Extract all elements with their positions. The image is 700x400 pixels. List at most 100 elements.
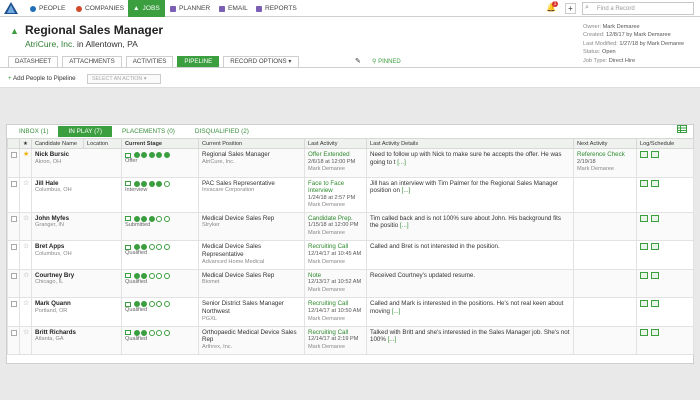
star-icon[interactable]: ☆ [23, 300, 29, 307]
candidate-name[interactable]: Britt Richards [35, 329, 118, 337]
next-activity-date: 2/19/18 [577, 158, 596, 165]
stage-dot [133, 329, 140, 336]
next-activity-type[interactable]: Reference Check [577, 151, 633, 159]
grid-view-icon[interactable] [677, 125, 687, 133]
candidate-name[interactable]: Nick Bursic [35, 151, 118, 159]
col-location[interactable]: Location [83, 138, 122, 149]
row-checkbox[interactable] [11, 215, 17, 222]
star-icon[interactable]: ☆ [23, 329, 29, 336]
star-icon[interactable]: ☆ [23, 272, 29, 279]
row-checkbox[interactable] [11, 301, 17, 308]
search-input[interactable]: Find a Record [582, 2, 694, 15]
nav-planner[interactable]: PLANNER [170, 0, 210, 17]
table-row[interactable]: ☆ Bret Apps Columbus, OH Qualified Medical D… [7, 240, 694, 270]
nav-companies[interactable]: COMPANIES [76, 0, 124, 17]
stage-dot [141, 180, 147, 187]
log-activity-icon[interactable] [640, 300, 648, 308]
schedule-icon[interactable] [651, 179, 659, 187]
row-checkbox[interactable] [11, 152, 17, 158]
last-activity-type[interactable]: Candidate Prep. [308, 215, 363, 223]
nav-reports[interactable]: REPORTS [256, 0, 297, 17]
col-log-schedule[interactable]: Log/Schedule [636, 138, 694, 149]
search-icon: ⌕ [585, 4, 589, 11]
last-activity-type[interactable]: Offer Extended [308, 151, 363, 159]
log-activity-icon[interactable] [640, 243, 648, 251]
schedule-icon[interactable] [651, 328, 659, 336]
candidate-name[interactable]: Bret Apps [35, 243, 118, 251]
activity-date: 1/15/18 [308, 222, 327, 229]
log-activity-icon[interactable] [640, 271, 648, 279]
company-link[interactable]: AtriCure, Inc. [25, 39, 75, 49]
stage-dot [141, 152, 147, 158]
row-checkbox[interactable] [11, 329, 17, 336]
log-activity-icon[interactable] [640, 151, 648, 158]
add-people-button[interactable]: + Add People to Pipeline [8, 75, 76, 82]
edit-icon[interactable]: ✎ [355, 57, 361, 65]
nav-people[interactable]: PEOPLE [30, 0, 65, 17]
pinned-toggle[interactable]: ⚲ PINNED [372, 58, 401, 65]
last-activity-type[interactable]: Face to Face Interview [308, 180, 363, 195]
table-row[interactable]: ★ Nick Bursic Akron, OH Offer Regional Sales… [7, 148, 694, 178]
star-icon[interactable]: ☆ [23, 180, 29, 187]
stage-cell: Qualified [121, 268, 199, 299]
more-link[interactable]: [...] [397, 159, 406, 166]
candidate-name[interactable]: Mark Quann [35, 300, 118, 308]
stage-dot [148, 272, 155, 279]
schedule-icon[interactable] [651, 151, 659, 158]
tab-in-play[interactable]: IN PLAY (7) [58, 126, 112, 137]
schedule-icon[interactable] [651, 271, 659, 279]
schedule-icon[interactable] [651, 243, 659, 251]
more-link[interactable]: [...] [400, 222, 409, 229]
col-current-position[interactable]: Current Position [198, 138, 305, 149]
row-checkbox[interactable] [11, 272, 17, 279]
next-activity-cell [573, 297, 637, 327]
select-action-dropdown[interactable]: SELECT AN ACTION ▾ [87, 74, 161, 84]
schedule-icon[interactable] [651, 300, 659, 308]
tab-disqualified[interactable]: DISQUALIFIED (2) [185, 126, 259, 137]
star-icon[interactable]: ★ [23, 151, 29, 158]
table-row[interactable]: ☆ Courtney Bry Chicago, IL Qualified Medical… [7, 268, 694, 299]
col-current-stage[interactable]: Current Stage [121, 138, 199, 149]
col-last-activity-details[interactable]: Last Activity Details [366, 138, 574, 149]
more-link[interactable]: [...] [388, 336, 397, 343]
nav-jobs[interactable]: ▲ JOBS [128, 0, 165, 17]
log-activity-icon[interactable] [640, 214, 648, 222]
tab-inbox[interactable]: INBOX (1) [9, 126, 58, 137]
star-col-header[interactable]: ★ [19, 138, 32, 149]
log-activity-icon[interactable] [640, 179, 648, 187]
pinned-label: PINNED [378, 59, 401, 65]
next-activity-cell [573, 211, 637, 242]
candidate-name[interactable]: Jill Hale [35, 180, 118, 188]
last-activity-type[interactable]: Recruiting Call [308, 243, 363, 251]
col-next-activity[interactable]: Next Activity [573, 138, 637, 149]
calendar-icon [170, 5, 176, 12]
table-row[interactable]: ☆ Jill Hale Columbus, OH Interview PAC Sales… [7, 176, 694, 213]
last-activity-type[interactable]: Recruiting Call [308, 329, 363, 337]
stage-cell: Interview [121, 176, 199, 213]
table-row[interactable]: ☆ Britt Richards Atlanta, GA Qualified Ortho… [7, 325, 694, 356]
table-row[interactable]: ☆ Mark Quann Portland, OR Qualified Senior D… [7, 297, 694, 327]
stage-dot [141, 272, 147, 279]
nav-email[interactable]: EMAIL [219, 0, 248, 17]
add-icon[interactable]: + [565, 3, 576, 14]
last-activity-type[interactable]: Note [308, 272, 363, 280]
col-candidate-name[interactable]: Candidate Name [31, 138, 84, 149]
last-activity-type[interactable]: Recruiting Call [308, 300, 363, 308]
row-checkbox[interactable] [11, 244, 17, 251]
candidate-name[interactable]: John Myfes [35, 215, 118, 223]
row-checkbox[interactable] [11, 180, 17, 187]
app-logo-icon[interactable] [4, 2, 18, 14]
candidate-name[interactable]: Courtney Bry [35, 272, 118, 280]
activity-user: Mark Demaree [308, 287, 345, 294]
star-icon[interactable]: ☆ [23, 243, 29, 250]
table-row[interactable]: ☆ John Myfes Granger, IN Submitted Medical D… [7, 211, 694, 242]
more-link[interactable]: [...] [402, 187, 411, 194]
star-icon[interactable]: ☆ [23, 215, 29, 222]
log-activity-icon[interactable] [640, 328, 648, 336]
stage-dot [148, 152, 155, 158]
schedule-icon[interactable] [651, 214, 659, 222]
col-last-activity[interactable]: Last Activity [304, 138, 367, 149]
stage-box-icon [125, 244, 131, 250]
more-link[interactable]: [...] [392, 308, 401, 315]
tab-placements[interactable]: PLACEMENTS (0) [112, 126, 185, 137]
